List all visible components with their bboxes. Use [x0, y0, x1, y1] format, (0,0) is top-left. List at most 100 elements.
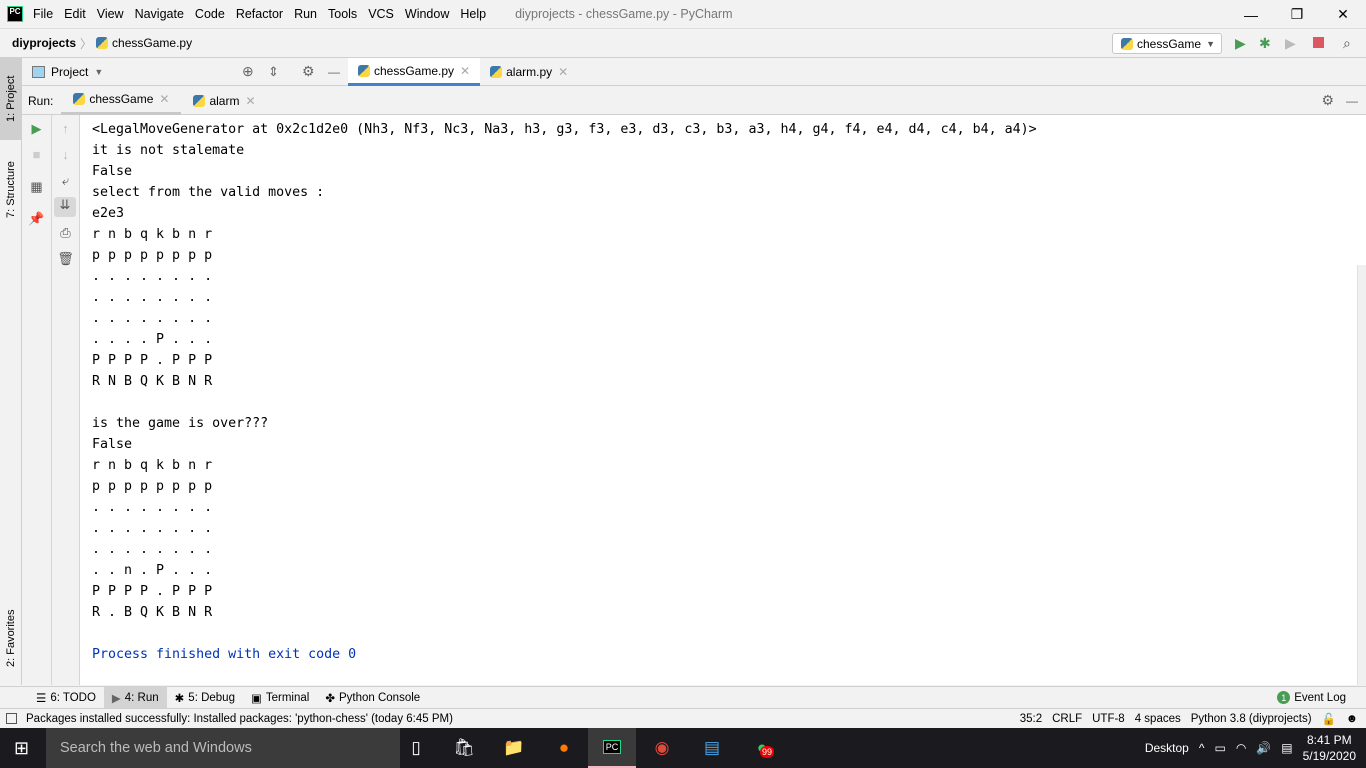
notification-icon[interactable]: ▤	[1281, 741, 1292, 755]
event-log[interactable]: 1 Event Log	[1269, 687, 1354, 709]
menu-view[interactable]: View	[97, 7, 124, 21]
lock-icon[interactable]: 🔓	[1322, 712, 1336, 726]
project-view-selector[interactable]: Project	[51, 65, 88, 79]
status-bar: Packages installed successfully: Install…	[0, 708, 1366, 728]
locate-icon[interactable]: ⊕	[242, 63, 254, 80]
tab-structure[interactable]: 7: Structure	[0, 150, 22, 230]
tool-todo[interactable]: ☰ 6: TODO	[28, 687, 104, 709]
python-interpreter[interactable]: Python 3.8 (diyprojects)	[1191, 713, 1312, 725]
firefox-icon[interactable]: ●	[540, 728, 588, 768]
status-icon[interactable]	[6, 713, 17, 724]
console-line: e2e3	[92, 206, 125, 221]
desktop-toolbar[interactable]: Desktop	[1145, 741, 1189, 755]
close-tab-icon[interactable]: ✕	[159, 92, 169, 106]
console-line: . . n . P . . .	[92, 563, 213, 578]
python-icon	[73, 93, 86, 105]
console-line: <LegalMoveGenerator at 0x2c1d2e0 (Nh3, N…	[92, 122, 1037, 137]
breadcrumb-project[interactable]: diyprojects	[12, 36, 76, 50]
gear-icon[interactable]: ⚙	[302, 63, 315, 80]
menu-file[interactable]: File	[33, 7, 53, 21]
layout-icon[interactable]: ▦	[22, 179, 51, 195]
console-line: p p p p p p p p	[92, 479, 213, 494]
project-pane-header: Project ▼ ⊕ ⇕ ⚙ —	[22, 58, 348, 86]
tab-alarm-py[interactable]: alarm.py ✕	[480, 58, 578, 86]
tool-run[interactable]: ▶ 4: Run	[103, 686, 167, 709]
tool-python-console[interactable]: ✤ Python Console	[317, 687, 428, 709]
close-tab-icon[interactable]: ✕	[558, 65, 568, 79]
debug-icon[interactable]: ✱	[1259, 35, 1271, 52]
battery-icon[interactable]: ▭	[1214, 741, 1225, 755]
menu-tools[interactable]: Tools	[328, 7, 357, 21]
breadcrumb-separator: 〉	[80, 36, 93, 51]
menu-vcs[interactable]: VCS	[368, 7, 394, 21]
task-view-icon[interactable]: ▯	[392, 728, 440, 768]
stop-icon[interactable]: ■	[22, 147, 51, 162]
run-icon[interactable]: ▶	[1235, 35, 1246, 52]
close-button[interactable]: ✕	[1320, 0, 1366, 29]
down-arrow-icon[interactable]: ↓	[52, 147, 79, 162]
minimize-button[interactable]: —	[1228, 0, 1274, 29]
soft-wrap-icon[interactable]: ⤶	[52, 173, 79, 189]
process-finished-message: Process finished with exit code 0	[92, 647, 357, 662]
pycharm-taskbar-icon[interactable]: PC	[588, 728, 636, 768]
python-icon	[193, 94, 206, 107]
line-separator[interactable]: CRLF	[1052, 713, 1082, 725]
file-explorer-icon[interactable]: 📁	[490, 728, 538, 768]
menu-window[interactable]: Window	[405, 7, 449, 21]
project-icon	[32, 65, 45, 78]
run-config-dropdown[interactable]: chessGame ▼	[1112, 33, 1222, 54]
indent-setting[interactable]: 4 spaces	[1135, 713, 1181, 725]
pin-icon[interactable]: 📌	[22, 211, 51, 227]
maximize-button[interactable]: ❐	[1274, 0, 1320, 29]
console-output[interactable]: <LegalMoveGenerator at 0x2c1d2e0 (Nh3, N…	[80, 115, 1366, 685]
tab-project[interactable]: 1: Project	[0, 58, 22, 140]
coverage-icon[interactable]: ▶	[1285, 35, 1296, 52]
tab-chessgame-py[interactable]: chessGame.py ✕	[348, 58, 481, 86]
menu-refactor[interactable]: Refactor	[236, 7, 283, 21]
console-line: it is not stalemate	[92, 143, 245, 158]
caret-position[interactable]: 35:2	[1020, 713, 1042, 725]
close-tab-icon[interactable]: ✕	[245, 94, 255, 108]
inspector-icon[interactable]: ☻	[1346, 713, 1358, 725]
menu-code[interactable]: Code	[195, 7, 225, 21]
tool-terminal[interactable]: ▣ Terminal	[243, 687, 317, 709]
app-icon[interactable]: ▤	[688, 728, 736, 768]
run-tab-chessgame[interactable]: chessGame ✕	[61, 87, 182, 115]
tool-debug[interactable]: ✱ 5: Debug	[167, 687, 243, 709]
wifi-icon[interactable]: ◠	[1236, 741, 1246, 755]
title-bar: PC File Edit View Navigate Code Refactor…	[0, 0, 1366, 29]
hide-icon[interactable]: —	[1346, 94, 1358, 108]
menu-edit[interactable]: Edit	[64, 7, 86, 21]
run-tab-alarm[interactable]: alarm ✕	[181, 87, 267, 115]
status-message[interactable]: Packages installed successfully: Install…	[26, 713, 453, 725]
taskbar-search[interactable]: Search the web and Windows	[46, 728, 400, 768]
up-arrow-icon[interactable]: ↑	[52, 121, 79, 136]
collapse-icon[interactable]: ⇕	[268, 64, 279, 80]
menu-run[interactable]: Run	[294, 7, 317, 21]
console-line: False	[92, 437, 133, 452]
volume-icon[interactable]: 🔊	[1256, 741, 1271, 755]
close-tab-icon[interactable]: ✕	[460, 64, 470, 78]
whatsapp-icon[interactable]: ●99	[738, 728, 786, 768]
chrome-icon[interactable]: ◉	[638, 728, 686, 768]
clock[interactable]: 8:41 PM 5/19/2020	[1303, 732, 1356, 764]
scroll-to-end-icon[interactable]: ⇊	[54, 197, 76, 217]
file-encoding[interactable]: UTF-8	[1092, 713, 1125, 725]
windows-start-icon[interactable]: ⊞	[14, 738, 29, 759]
search-icon[interactable]: ⌕	[1343, 35, 1351, 52]
trash-icon[interactable]: 🗑	[52, 251, 79, 267]
store-icon[interactable]: 🛍	[440, 728, 488, 768]
gear-icon[interactable]: ⚙	[1321, 92, 1334, 109]
print-icon[interactable]: ⎙	[52, 225, 79, 241]
menu-help[interactable]: Help	[460, 7, 486, 21]
chevron-down-icon[interactable]: ▼	[94, 67, 103, 77]
menu-navigate[interactable]: Navigate	[135, 7, 184, 21]
chevron-up-icon[interactable]: ^	[1199, 741, 1205, 755]
breadcrumb-file[interactable]: chessGame.py	[112, 36, 192, 50]
hide-icon[interactable]: —	[328, 65, 340, 79]
stop-icon[interactable]	[1313, 37, 1324, 48]
console-scrollbar[interactable]	[1357, 265, 1366, 685]
rerun-icon[interactable]: ▶	[22, 121, 51, 137]
tab-favorites[interactable]: 2: Favorites	[0, 598, 22, 678]
